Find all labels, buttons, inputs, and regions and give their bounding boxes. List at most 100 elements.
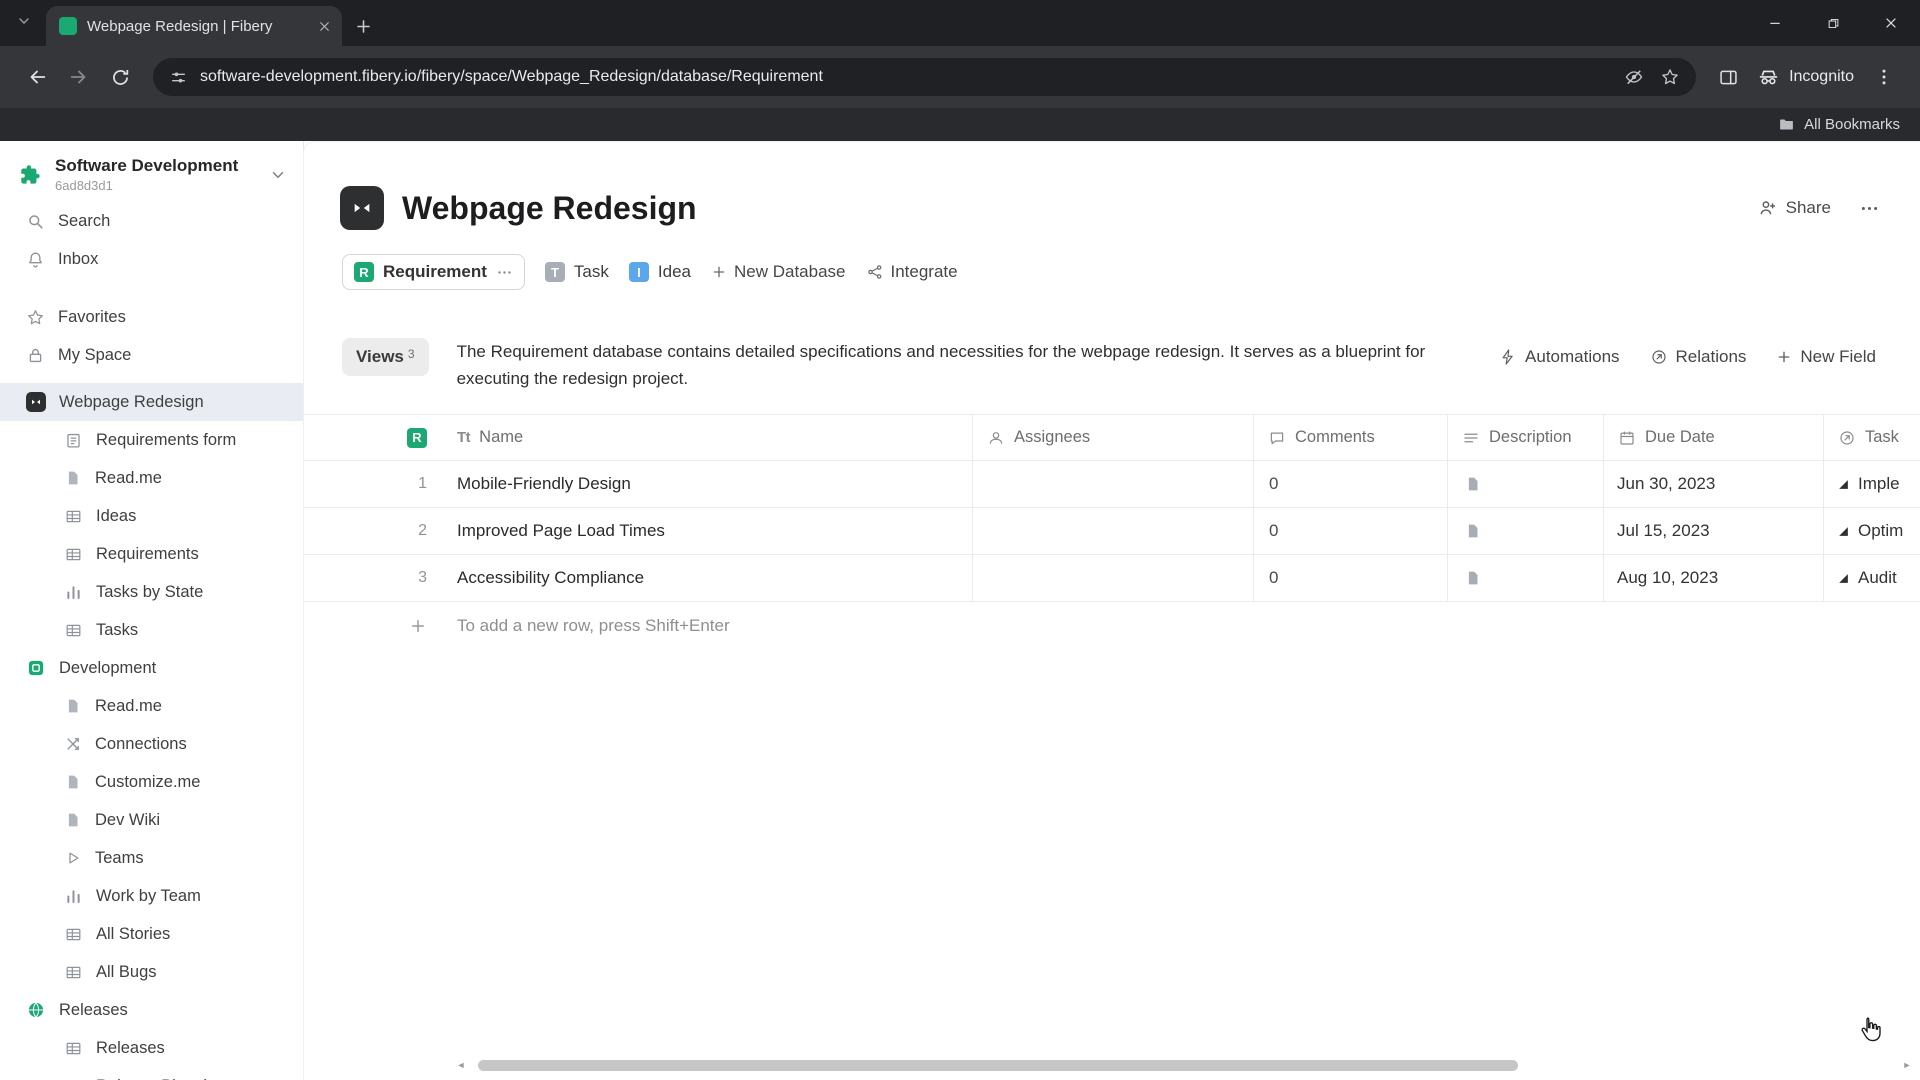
column-header-comments[interactable]: Comments — [1253, 415, 1447, 460]
comments-cell[interactable]: 0 — [1253, 555, 1447, 601]
table-header-row: R Name Assignees Comments Description — [304, 414, 1920, 461]
description-cell[interactable] — [1447, 508, 1603, 554]
refresh-button[interactable] — [100, 67, 141, 88]
eye-off-icon[interactable] — [1624, 67, 1644, 87]
forward-button[interactable] — [58, 66, 100, 88]
horizontal-scrollbar[interactable]: ◄ ► — [454, 1058, 1914, 1072]
sidebar-item-work-by-team[interactable]: Work by Team — [0, 877, 303, 915]
sidebar-item-tasks[interactable]: Tasks — [0, 611, 303, 649]
name-cell[interactable]: Accessibility Compliance — [449, 555, 972, 601]
tab-close-icon[interactable] — [317, 19, 332, 34]
connections-icon — [64, 735, 82, 753]
dev-space-icon — [26, 658, 46, 678]
assignees-cell[interactable] — [972, 508, 1253, 554]
db-tab-requirement[interactable]: R Requirement — [342, 254, 525, 290]
new-database-button[interactable]: New Database — [711, 262, 846, 282]
due-date-cell[interactable]: Jul 15, 2023 — [1603, 508, 1823, 554]
views-count: 3 — [407, 347, 415, 361]
restore-button[interactable] — [1804, 0, 1862, 46]
relations-button[interactable]: Relations — [1650, 347, 1746, 367]
sidebar-item-releases[interactable]: Releases — [0, 1029, 303, 1067]
side-panel-icon[interactable] — [1708, 67, 1749, 88]
bookmark-star-icon[interactable] — [1660, 67, 1680, 87]
sidebar-item-dev-readme[interactable]: Read.me — [0, 687, 303, 725]
assignees-cell[interactable] — [972, 555, 1253, 601]
scroll-left-arrow-icon[interactable]: ◄ — [454, 1060, 468, 1070]
due-date-cell[interactable]: Jun 30, 2023 — [1603, 461, 1823, 507]
sidebar-item-teams[interactable]: Teams — [0, 839, 303, 877]
column-header-assignees[interactable]: Assignees — [972, 415, 1253, 460]
add-row[interactable]: To add a new row, press Shift+Enter — [304, 602, 1920, 649]
db-tab-task[interactable]: T Task — [544, 262, 609, 282]
document-icon — [64, 773, 82, 791]
sidebar-item-connections[interactable]: Connections — [0, 725, 303, 763]
back-button[interactable] — [16, 66, 58, 88]
more-options-button[interactable] — [1859, 198, 1880, 219]
sidebar-item-inbox[interactable]: Inbox — [0, 240, 303, 278]
row-number: 1 — [418, 475, 427, 492]
sidebar-item-label: Requirements form — [96, 430, 237, 449]
site-settings-icon[interactable] — [169, 68, 188, 87]
minimize-button[interactable] — [1746, 0, 1804, 46]
scrollbar-thumb[interactable] — [478, 1059, 1518, 1071]
assignees-cell[interactable] — [972, 461, 1253, 507]
sidebar-item-all-bugs[interactable]: All Bugs — [0, 953, 303, 991]
column-header-name[interactable]: Name — [449, 415, 972, 460]
sidebar-item-release-planning[interactable]: Release Planning — [0, 1067, 303, 1080]
column-header-task[interactable]: Task — [1823, 415, 1920, 460]
sidebar-item-requirements[interactable]: Requirements — [0, 535, 303, 573]
share-person-icon — [1758, 198, 1778, 218]
url-bar[interactable]: software-development.fibery.io/fibery/sp… — [153, 58, 1697, 96]
task-cell[interactable]: Optim — [1823, 508, 1920, 554]
task-cell[interactable]: Audit — [1823, 555, 1920, 601]
comments-cell[interactable]: 0 — [1253, 508, 1447, 554]
sidebar-item-tasks-by-state[interactable]: Tasks by State — [0, 573, 303, 611]
column-header-description[interactable]: Description — [1447, 415, 1603, 460]
column-label: Comments — [1295, 428, 1375, 446]
all-bookmarks-label[interactable]: All Bookmarks — [1804, 116, 1900, 133]
browser-tab[interactable]: Webpage Redesign | Fibery — [46, 6, 342, 46]
tab-title: Webpage Redesign | Fibery — [87, 17, 273, 35]
share-button[interactable]: Share — [1758, 198, 1831, 218]
comments-cell[interactable]: 0 — [1253, 461, 1447, 507]
document-icon — [64, 811, 82, 829]
tab-search-chevron-icon[interactable] — [16, 13, 32, 29]
database-badge: R — [407, 427, 427, 448]
sidebar-item-label: Releases — [59, 1000, 128, 1019]
due-date-cell[interactable]: Aug 10, 2023 — [1603, 555, 1823, 601]
automations-button[interactable]: Automations — [1499, 347, 1620, 367]
scrollbar-track[interactable] — [468, 1059, 1900, 1071]
description-cell[interactable] — [1447, 555, 1603, 601]
task-cell[interactable]: Imple — [1823, 461, 1920, 507]
database-description[interactable]: The Requirement database contains detail… — [457, 338, 1442, 392]
sidebar-item-webpage-redesign[interactable]: Webpage Redesign — [0, 383, 303, 421]
scroll-right-arrow-icon[interactable]: ► — [1900, 1060, 1914, 1070]
name-cell[interactable]: Mobile-Friendly Design — [449, 461, 972, 507]
sidebar-item-label: Releases — [96, 1038, 165, 1057]
db-tab-menu-icon[interactable] — [496, 264, 513, 281]
sidebar-item-all-stories[interactable]: All Stories — [0, 915, 303, 953]
sidebar-item-requirements-form[interactable]: Requirements form — [0, 421, 303, 459]
browser-menu-button[interactable] — [1864, 67, 1904, 87]
name-cell[interactable]: Improved Page Load Times — [449, 508, 972, 554]
sidebar-item-readme[interactable]: Read.me — [0, 459, 303, 497]
column-header-due-date[interactable]: Due Date — [1603, 415, 1823, 460]
chevron-down-icon[interactable] — [269, 166, 287, 184]
sidebar-item-ideas[interactable]: Ideas — [0, 497, 303, 535]
sidebar-item-dev-wiki[interactable]: Dev Wiki — [0, 801, 303, 839]
sidebar-item-favorites[interactable]: Favorites — [0, 298, 303, 336]
sidebar-item-development[interactable]: Development — [0, 649, 303, 687]
sidebar-item-my-space[interactable]: My Space — [0, 336, 303, 374]
sidebar-item-customizeme[interactable]: Customize.me — [0, 763, 303, 801]
new-field-button[interactable]: New Field — [1776, 347, 1876, 367]
sidebar-item-search[interactable]: Search — [0, 202, 303, 240]
add-row-plus-icon[interactable] — [304, 617, 449, 635]
views-button[interactable]: Views 3 — [342, 338, 429, 376]
workspace-switcher[interactable]: Software Development 6ad8d3d1 — [0, 141, 303, 202]
db-tab-idea[interactable]: I Idea — [628, 262, 691, 282]
new-tab-button[interactable] — [354, 17, 373, 36]
description-cell[interactable] — [1447, 461, 1603, 507]
close-window-button[interactable] — [1862, 0, 1920, 46]
sidebar-item-releases-space[interactable]: Releases — [0, 991, 303, 1029]
integrate-button[interactable]: Integrate — [866, 262, 958, 282]
